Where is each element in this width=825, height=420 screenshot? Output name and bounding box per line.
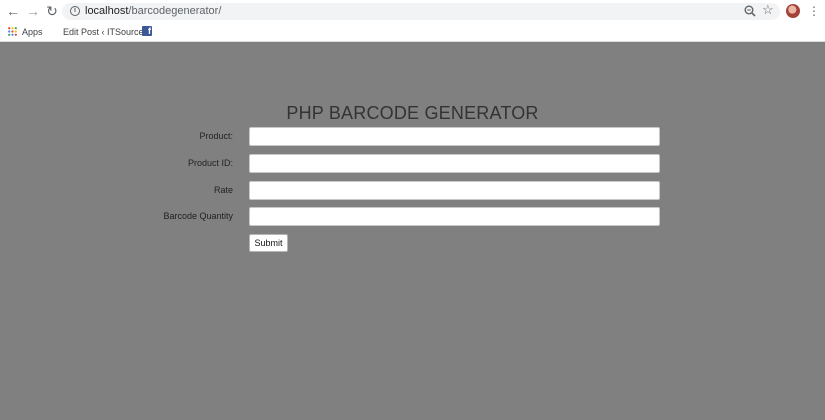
product-id-label: Product ID: [187, 158, 233, 168]
zoom-icon[interactable] [743, 4, 757, 18]
product-id-input[interactable] [249, 154, 660, 173]
bookmark-apps[interactable]: Apps [22, 26, 43, 38]
reload-icon[interactable]: ↻ [44, 3, 60, 19]
facebook-icon[interactable]: f [142, 26, 152, 36]
browser-toolbar: ← → ↻ i localhost/barcodegenerator/ ☆ ⋮ [0, 0, 825, 23]
forward-arrow-icon[interactable]: → [25, 3, 41, 19]
url-path: /barcodegenerator/ [128, 5, 222, 17]
bookmark-star-icon[interactable]: ☆ [762, 2, 774, 18]
info-icon[interactable]: i [70, 6, 80, 16]
apps-grid-icon[interactable] [8, 27, 17, 36]
url-text[interactable]: localhost/barcodegenerator/ [85, 5, 221, 18]
barcode-quantity-label: Barcode Quantity [163, 211, 233, 221]
rate-label: Rate [213, 185, 233, 195]
product-label: Product: [199, 131, 233, 141]
bookmarks-bar: Apps Edit Post ‹ ITSource... f [0, 23, 825, 42]
barcode-quantity-input[interactable] [249, 207, 660, 226]
rate-input[interactable] [249, 181, 660, 200]
product-input[interactable] [249, 127, 660, 146]
bookmark-edit-post[interactable]: Edit Post ‹ ITSource... [63, 26, 151, 38]
page-title: PHP BARCODE GENERATOR [286, 103, 539, 123]
url-host: localhost [85, 5, 129, 17]
profile-avatar[interactable] [786, 4, 800, 18]
menu-kebab-icon[interactable]: ⋮ [808, 3, 820, 19]
submit-button[interactable]: Submit [249, 234, 288, 252]
back-arrow-icon[interactable]: ← [5, 3, 21, 19]
address-bar[interactable]: i localhost/barcodegenerator/ [62, 3, 780, 20]
